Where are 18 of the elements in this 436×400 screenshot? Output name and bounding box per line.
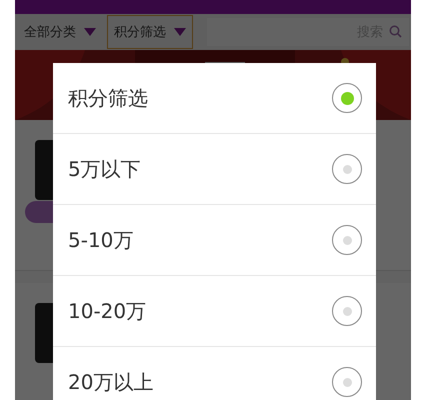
- radio-button[interactable]: [332, 225, 362, 255]
- filter-option[interactable]: 20万以上: [53, 347, 376, 400]
- filter-option[interactable]: 5万以下: [53, 134, 376, 205]
- caret-icon: [174, 28, 186, 36]
- filter-option[interactable]: 10-20万: [53, 276, 376, 347]
- option-label: 10-20万: [68, 298, 146, 324]
- filter-option[interactable]: 5-10万: [53, 205, 376, 276]
- radio-button[interactable]: [332, 367, 362, 397]
- radio-button[interactable]: [332, 83, 362, 113]
- radio-button[interactable]: [332, 154, 362, 184]
- radio-button[interactable]: [332, 296, 362, 326]
- option-label: 5万以下: [68, 156, 141, 182]
- filter-option[interactable]: 积分筛选: [53, 63, 376, 134]
- option-label: 5-10万: [68, 226, 134, 254]
- option-label: 20万以上: [68, 368, 154, 396]
- caret-icon: [84, 28, 96, 36]
- option-label: 积分筛选: [68, 84, 148, 112]
- search-icon: [389, 25, 402, 38]
